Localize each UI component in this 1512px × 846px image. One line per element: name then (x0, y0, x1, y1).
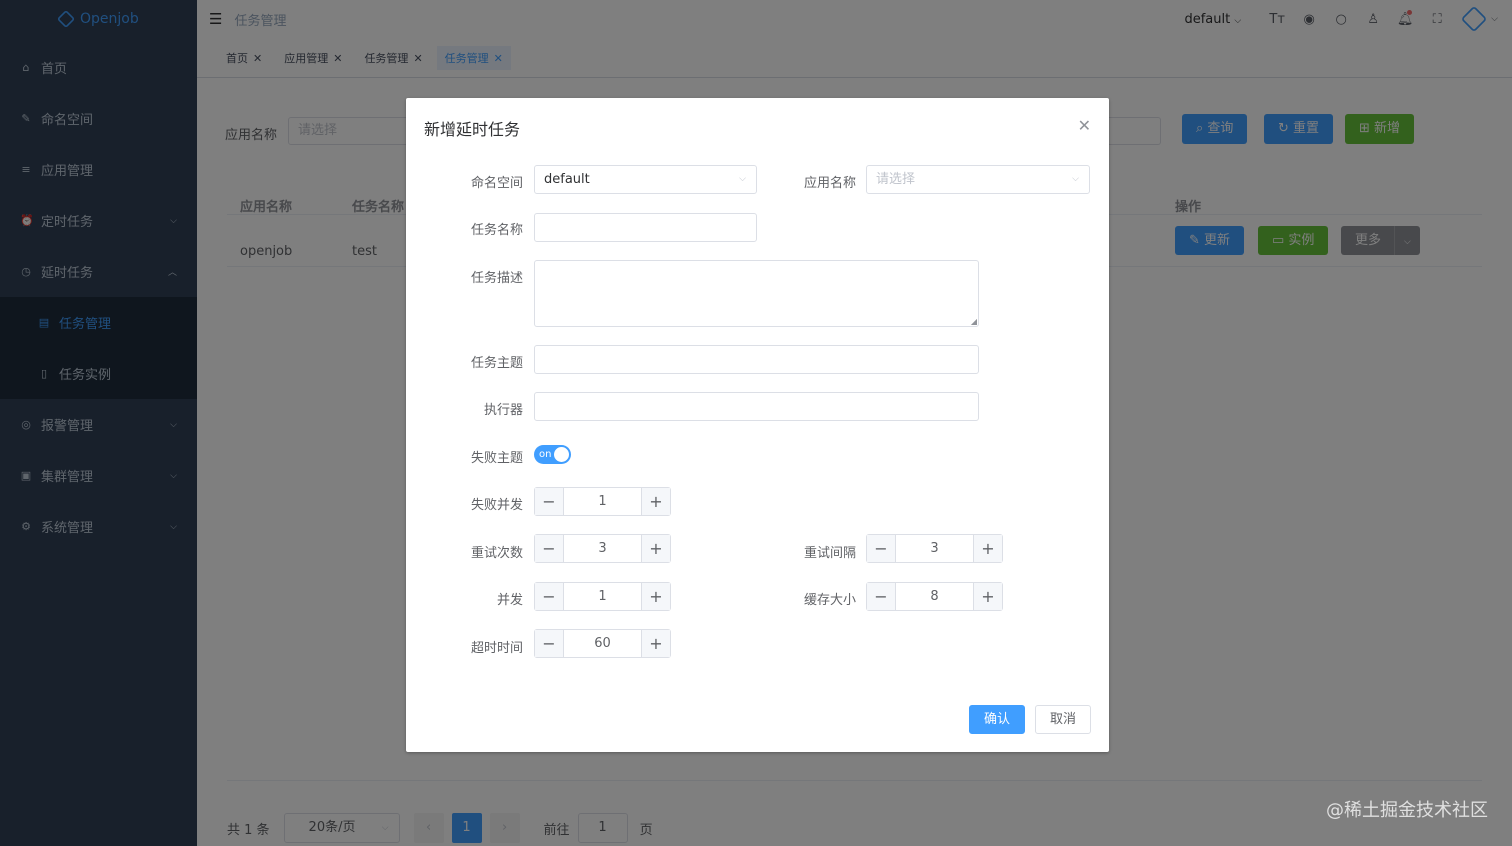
plus-icon[interactable]: + (973, 535, 1002, 562)
namespace-value: default (544, 172, 590, 187)
app-name-placeholder: 请选择 (876, 172, 916, 187)
task-desc-textarea[interactable]: ◢ (534, 260, 979, 327)
plus-icon[interactable]: + (973, 583, 1002, 610)
executor-label: 执行器 (483, 403, 523, 418)
plus-icon[interactable]: + (641, 630, 670, 657)
confirm-button[interactable]: 确认 (969, 705, 1026, 734)
cache-size-value[interactable]: 8 (896, 583, 973, 610)
timeout-value[interactable]: 60 (564, 630, 641, 657)
fail-concurrency-value[interactable]: 1 (564, 488, 641, 515)
dialog-title: 新增延时任务 (424, 120, 521, 139)
fail-topic-label: 失败主题 (470, 451, 523, 466)
switch-text: on (539, 449, 552, 460)
retry-times-value[interactable]: 3 (564, 535, 641, 562)
cache-size-stepper: − 8 + (866, 582, 1003, 611)
plus-icon[interactable]: + (641, 583, 670, 610)
retry-interval-stepper: − 3 + (866, 534, 1003, 563)
retry-times-stepper: − 3 + (534, 534, 671, 563)
minus-icon[interactable]: − (867, 583, 896, 610)
fail-concurrency-label: 失败并发 (470, 498, 523, 513)
fail-topic-switch[interactable]: on (534, 445, 571, 464)
concurrency-value[interactable]: 1 (564, 583, 641, 610)
timeout-label: 超时时间 (470, 641, 523, 656)
task-desc-label: 任务描述 (470, 271, 523, 286)
retry-interval-value[interactable]: 3 (896, 535, 973, 562)
app-name-label: 应用名称 (803, 176, 856, 191)
topic-label: 任务主题 (470, 356, 523, 371)
topic-input[interactable] (534, 345, 979, 374)
retry-interval-label: 重试间隔 (803, 546, 856, 561)
close-icon[interactable]: ✕ (1078, 116, 1091, 135)
minus-icon[interactable]: − (535, 488, 564, 515)
plus-icon[interactable]: + (641, 535, 670, 562)
fail-concurrency-stepper: − 1 + (534, 487, 671, 516)
namespace-select[interactable]: default ⌵ (534, 165, 757, 194)
cache-size-label: 缓存大小 (803, 593, 856, 608)
minus-icon[interactable]: − (535, 535, 564, 562)
minus-icon[interactable]: − (535, 583, 564, 610)
timeout-stepper: − 60 + (534, 629, 671, 658)
minus-icon[interactable]: − (867, 535, 896, 562)
switch-knob (554, 447, 569, 462)
resize-handle-icon[interactable]: ◢ (971, 317, 977, 326)
plus-icon[interactable]: + (641, 488, 670, 515)
task-name-input[interactable] (534, 213, 757, 242)
task-name-label: 任务名称 (470, 223, 523, 238)
chevron-down-icon: ⌵ (1072, 174, 1079, 184)
cancel-button[interactable]: 取消 (1035, 705, 1092, 734)
add-delay-task-dialog: 新增延时任务 ✕ 命名空间 default ⌵ 应用名称 请选择 ⌵ 任务名称 任务… (406, 98, 1109, 752)
namespace-label: 命名空间 (470, 176, 523, 191)
executor-input[interactable] (534, 392, 979, 421)
app-name-select[interactable]: 请选择 ⌵ (866, 165, 1090, 194)
watermark: @稀土掘金技术社区 (1326, 800, 1488, 821)
concurrency-label: 并发 (496, 593, 523, 608)
minus-icon[interactable]: − (535, 630, 564, 657)
concurrency-stepper: − 1 + (534, 582, 671, 611)
retry-times-label: 重试次数 (470, 546, 523, 561)
chevron-down-icon: ⌵ (739, 174, 746, 184)
